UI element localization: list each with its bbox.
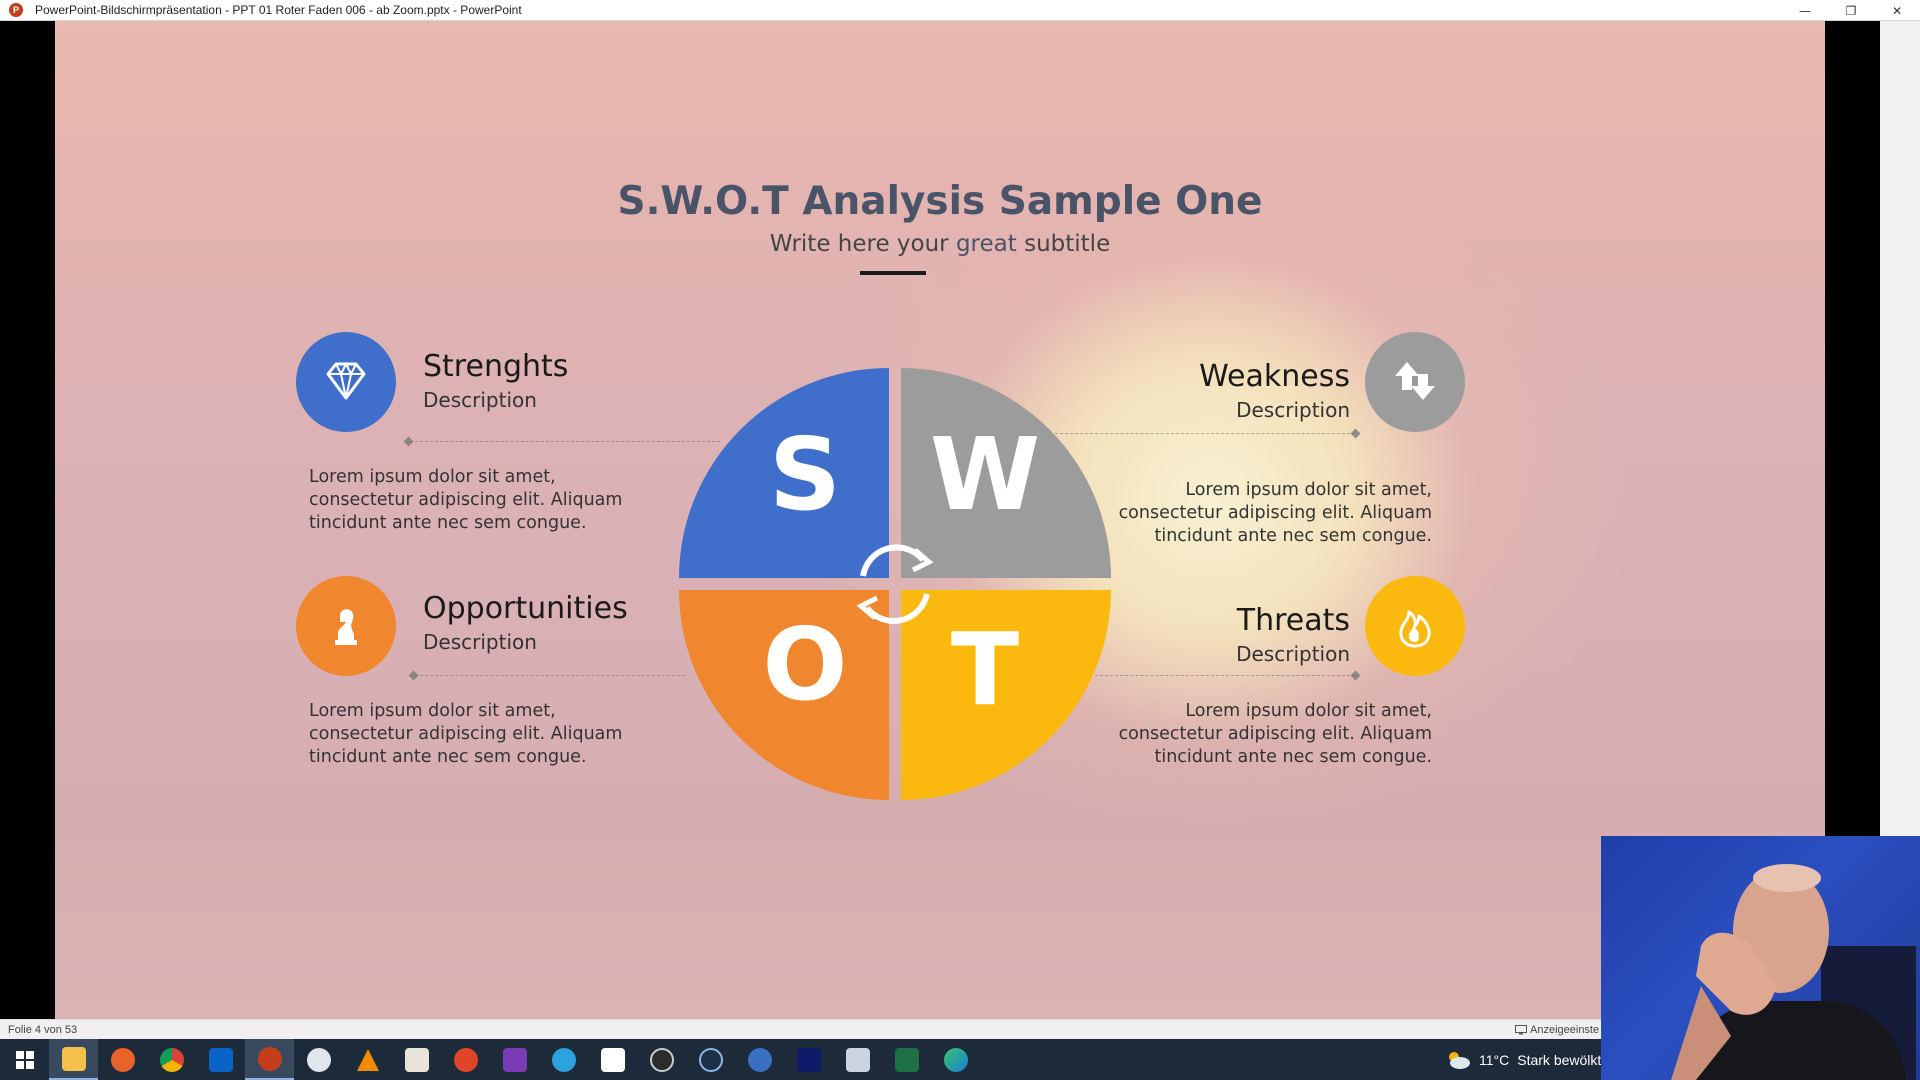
slide-counter: Folie 4 von 53 [8,1024,78,1036]
display-settings-label: Anzeigeeinste [1530,1024,1600,1036]
threats-badge [1365,576,1465,676]
window-title: PowerPoint-Bildschirmpräsentation - PPT … [35,3,522,17]
monitor-icon [1515,1025,1527,1035]
taskbar-monitor-app[interactable] [833,1039,882,1080]
weakness-body: Lorem ipsum dolor sit amet, consectetur … [1118,480,1432,546]
swot-letter-t: T [951,611,1019,728]
monitor-app-icon [845,1047,870,1072]
edge-icon [943,1047,968,1072]
fire-icon [1399,610,1431,648]
weather-condition: Stark bewölkt [1517,1051,1602,1068]
blue-app-icon [747,1047,772,1072]
firefox-icon [110,1047,135,1072]
slide-title: S.W.O.T Analysis Sample One [617,179,1263,224]
taskbar-word[interactable] [784,1039,833,1080]
cycle-arrows-icon [856,544,934,624]
strengths-connector [410,441,720,442]
swot-letter-o: O [762,606,847,723]
document-icon [404,1047,429,1072]
restore-button[interactable]: ❐ [1828,0,1874,21]
title-underline [860,271,926,275]
cloudy-weather-icon [1449,1051,1470,1069]
taskbar-file-explorer[interactable] [49,1039,98,1080]
opportunities-body: Lorem ipsum dolor sit amet, consectetur … [309,701,623,767]
subtitle-part-2: subtitle [1024,231,1111,257]
folder-icon [61,1046,86,1071]
subtitle-part-1: Write here your [769,231,949,257]
vlc-icon [356,1048,379,1071]
presenter-video-image [1671,864,1916,1080]
window-controls: — ❐ ✕ [1782,0,1920,21]
slide-subtitle: Write here your great subtitle [55,231,1825,257]
taskbar-powerpoint[interactable] [245,1039,294,1080]
outlook-icon [208,1047,233,1072]
taskbar-chrome[interactable] [147,1039,196,1080]
taskbar-onenote[interactable] [490,1039,539,1080]
acrobat-icon [600,1047,625,1072]
taskbar-outlook[interactable] [196,1039,245,1080]
opportunities-badge [296,576,396,676]
strengths-badge [296,332,396,432]
threats-body: Lorem ipsum dolor sit amet, consectetur … [1118,701,1432,767]
subtitle-highlight: great [955,231,1017,257]
taskbar-edge[interactable] [931,1039,980,1080]
threats-description: Description [1236,642,1350,666]
display-settings-button[interactable]: Anzeigeeinste [1515,1024,1599,1036]
opportunities-connector-dot [408,670,419,681]
taskbar-doc-app[interactable] [392,1039,441,1080]
opportunities-title: Opportunities [423,591,628,626]
swot-diagram: S W O T [679,368,1111,800]
swot-letter-w: W [930,416,1040,533]
taskbar-obs[interactable] [637,1039,686,1080]
slide[interactable]: S.W.O.T Analysis Sample One Write here y… [55,21,1825,1019]
powerpoint-icon [257,1046,282,1071]
weakness-connector-dot [1350,428,1361,439]
strengths-title: Strenghts [423,349,569,384]
window-title-bar: P PowerPoint-Bildschirmpräsentation - PP… [0,0,1920,21]
weakness-title: Weakness [1199,359,1350,394]
weakness-badge [1365,332,1465,432]
strengths-connector-dot [403,436,414,447]
taskbar-acrobat[interactable] [588,1039,637,1080]
taskbar-red-app[interactable] [441,1039,490,1080]
mail-icon [306,1047,331,1072]
opportunities-connector [415,675,685,676]
diamond-icon [326,361,366,400]
excel-icon [894,1047,919,1072]
up-down-arrows-icon [1395,362,1435,400]
minimize-button[interactable]: — [1782,0,1828,21]
weather-widget[interactable]: 11°C Stark bewölkt [1445,1039,1601,1080]
threats-connector-dot [1350,670,1361,681]
taskbar-mail[interactable] [294,1039,343,1080]
onenote-icon [502,1047,527,1072]
word-icon [796,1047,821,1072]
chrome-icon [159,1047,184,1072]
webcam-overlay [1601,836,1920,1080]
weather-temperature: 11°C [1479,1051,1510,1068]
powerpoint-app-icon: P [9,3,23,17]
red-app-icon [453,1047,478,1072]
obs-icon [649,1047,674,1072]
strengths-description: Description [423,388,537,412]
chess-knight-icon [335,609,357,645]
strengths-body: Lorem ipsum dolor sit amet, consectetur … [309,467,623,533]
opportunities-description: Description [423,630,537,654]
windows-logo-icon [15,1050,34,1069]
start-button[interactable] [0,1039,49,1080]
taskbar-blue-app[interactable] [735,1039,784,1080]
taskbar-telegram[interactable] [539,1039,588,1080]
threats-title: Threats [1236,603,1350,638]
taskbar-vlc[interactable] [343,1039,392,1080]
taskbar-circle-app[interactable] [686,1039,735,1080]
threats-connector [1095,675,1355,676]
weakness-description: Description [1236,398,1350,422]
close-button[interactable]: ✕ [1874,0,1920,21]
circle-app-icon [698,1047,723,1072]
telegram-icon [551,1047,576,1072]
taskbar-firefox[interactable] [98,1039,147,1080]
taskbar-excel[interactable] [882,1039,931,1080]
swot-letter-s: S [769,416,841,533]
